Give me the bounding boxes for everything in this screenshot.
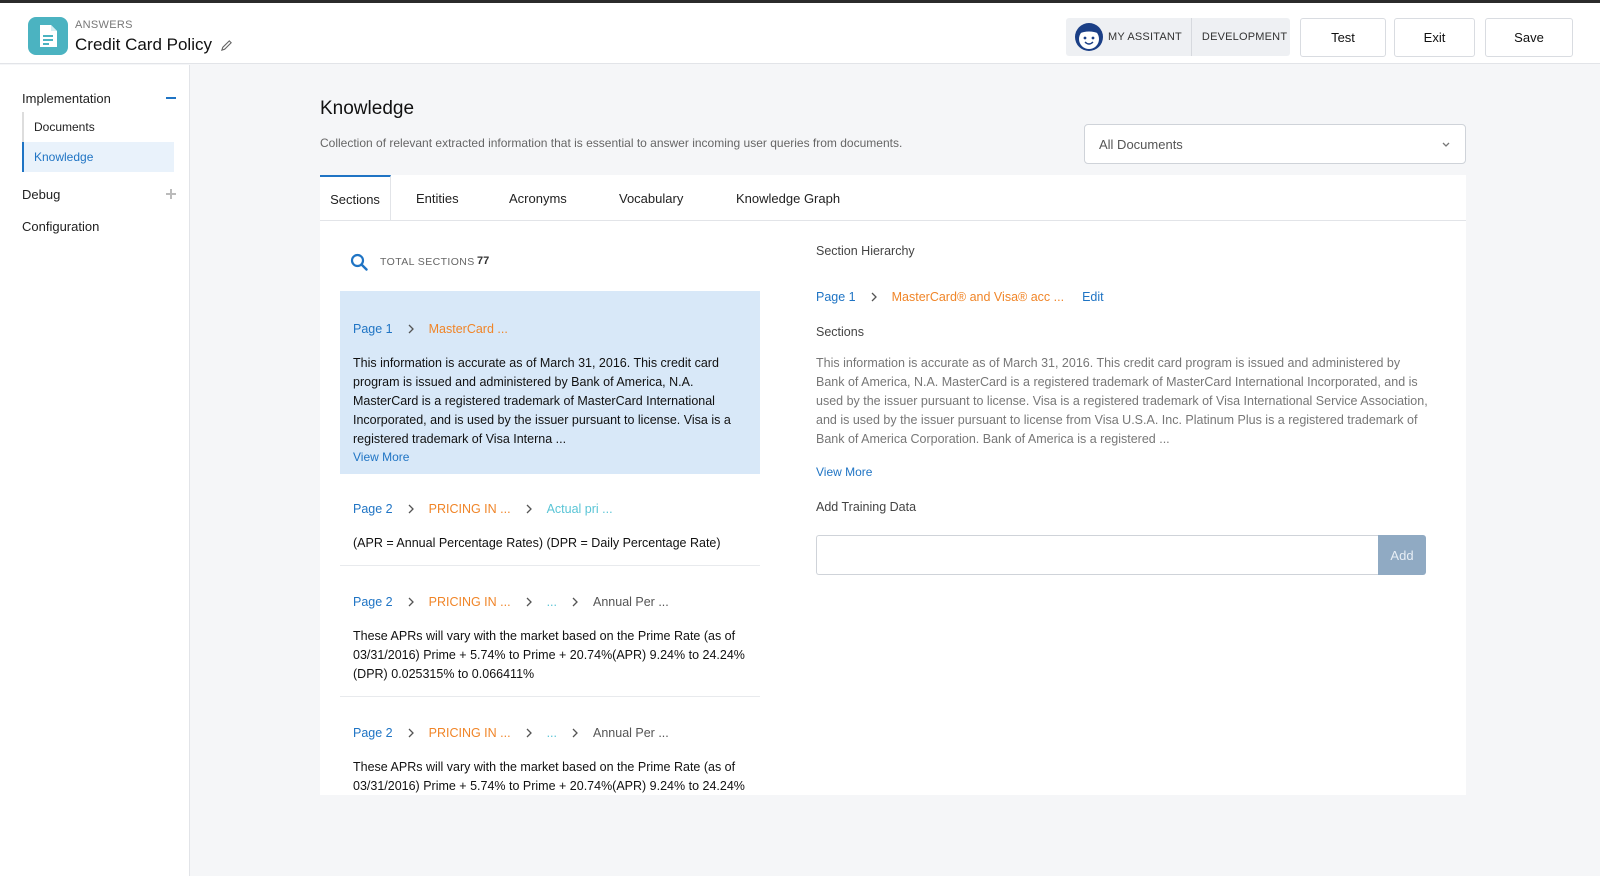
section-detail: Section Hierarchy Page 1 MasterCard® and… xyxy=(816,175,1466,795)
section-breadcrumb: Page 2 PRICING IN ... ... Annual Per ... xyxy=(353,723,747,743)
section-breadcrumb: Page 1 MasterCard ... xyxy=(353,319,747,339)
detail-view-more-link[interactable]: View More xyxy=(816,465,872,479)
crumb-current[interactable]: Annual Per ... xyxy=(593,595,669,609)
section-card[interactable]: Page 2 PRICING IN ... ... Annual Per ...… xyxy=(340,697,760,795)
document-filter-select[interactable]: All Documents xyxy=(1084,124,1466,164)
detail-crumb-title[interactable]: MasterCard® and Visa® acc ... xyxy=(892,290,1064,304)
section-card[interactable]: Page 2 PRICING IN ... ... Annual Per ...… xyxy=(340,566,760,697)
sidebar: Implementation Documents Knowledge Debug… xyxy=(0,65,190,876)
crumb-current[interactable]: Annual Per ... xyxy=(593,726,669,740)
add-training-button[interactable]: Add xyxy=(1378,535,1426,575)
assistant-environment[interactable]: MY ASSITANT DEVELOPMENT xyxy=(1066,18,1290,56)
page-title: Knowledge xyxy=(320,98,415,119)
page-description: Collection of relevant extracted informa… xyxy=(320,136,903,150)
section-card[interactable]: Page 2 PRICING IN ... Actual pri ... (AP… xyxy=(340,474,760,566)
section-text: These APRs will vary with the market bas… xyxy=(353,629,745,681)
chevron-down-icon xyxy=(1442,142,1450,147)
chevron-right-icon xyxy=(526,597,532,607)
crumb-subtitle[interactable]: Actual pri ... xyxy=(547,502,613,516)
training-data-heading: Add Training Data xyxy=(816,500,917,514)
sidebar-item-knowledge[interactable]: Knowledge xyxy=(22,142,174,172)
document-filter-value: All Documents xyxy=(1099,136,1183,152)
section-breadcrumb: Page 2 PRICING IN ... ... Annual Per ... xyxy=(353,592,747,612)
sidebar-group-configuration[interactable]: Configuration xyxy=(22,219,99,234)
minus-icon[interactable] xyxy=(166,93,176,103)
total-sections-count: 77 xyxy=(477,255,490,267)
detail-crumb-page[interactable]: Page 1 xyxy=(816,290,856,304)
tab-sections[interactable]: Sections xyxy=(320,175,391,221)
training-data-input[interactable] xyxy=(816,535,1378,575)
app-title: Credit Card Policy xyxy=(75,35,212,54)
chevron-right-icon xyxy=(526,728,532,738)
crumb-ellipsis[interactable]: ... xyxy=(547,595,557,609)
plus-icon[interactable] xyxy=(166,189,176,199)
total-sections-label: TOTAL SECTIONS xyxy=(380,256,475,268)
tab-vocabulary[interactable]: Vocabulary xyxy=(619,175,683,221)
assistant-divider xyxy=(1190,18,1192,56)
sidebar-item-documents[interactable]: Documents xyxy=(22,112,174,142)
test-button[interactable]: Test xyxy=(1300,18,1386,57)
sidebar-group-implementation[interactable]: Implementation xyxy=(22,91,111,106)
document-app-icon xyxy=(28,17,68,55)
tab-acronyms[interactable]: Acronyms xyxy=(509,175,567,221)
knowledge-panel: Sections Entities Acronyms Vocabulary Kn… xyxy=(320,175,1466,795)
sidebar-group-debug[interactable]: Debug xyxy=(22,187,60,202)
environment-label: DEVELOPMENT xyxy=(1201,31,1288,43)
edit-hierarchy-link[interactable]: Edit xyxy=(1082,290,1104,304)
crumb-title[interactable]: PRICING IN ... xyxy=(429,726,511,740)
crumb-page[interactable]: Page 1 xyxy=(353,322,393,336)
app-header: ANSWERS Credit Card Policy MY ASSITANT D… xyxy=(0,3,1600,64)
app-category: ANSWERS xyxy=(75,19,133,31)
chevron-right-icon xyxy=(871,292,877,302)
save-button[interactable]: Save xyxy=(1485,18,1573,57)
section-card[interactable]: Page 1 MasterCard ... This information i… xyxy=(340,291,760,474)
crumb-title[interactable]: PRICING IN ... xyxy=(429,502,511,516)
section-hierarchy-heading: Section Hierarchy xyxy=(816,244,915,258)
chevron-right-icon xyxy=(572,728,578,738)
section-breadcrumb: Page 2 PRICING IN ... Actual pri ... xyxy=(353,499,747,519)
assistant-avatar-icon xyxy=(1075,23,1103,51)
detail-section-text: This information is accurate as of March… xyxy=(816,356,1428,446)
crumb-page[interactable]: Page 2 xyxy=(353,726,393,740)
section-text: (APR = Annual Percentage Rates) (DPR = D… xyxy=(353,536,721,550)
section-list[interactable]: Page 1 MasterCard ... This information i… xyxy=(340,291,760,795)
view-more-link[interactable]: View More xyxy=(353,450,747,464)
tab-entities[interactable]: Entities xyxy=(416,175,459,221)
chevron-right-icon xyxy=(408,728,414,738)
chevron-right-icon xyxy=(408,597,414,607)
crumb-page[interactable]: Page 2 xyxy=(353,595,393,609)
crumb-page[interactable]: Page 2 xyxy=(353,502,393,516)
crumb-title[interactable]: MasterCard ... xyxy=(429,322,508,336)
assistant-label: MY ASSITANT xyxy=(1108,31,1182,43)
crumb-ellipsis[interactable]: ... xyxy=(547,726,557,740)
chevron-right-icon xyxy=(572,597,578,607)
crumb-title[interactable]: PRICING IN ... xyxy=(429,595,511,609)
chevron-right-icon xyxy=(408,324,414,334)
search-icon[interactable] xyxy=(350,253,368,271)
chevron-right-icon xyxy=(526,504,532,514)
chevron-right-icon xyxy=(408,504,414,514)
section-text: These APRs will vary with the market bas… xyxy=(353,760,745,793)
section-text: This information is accurate as of March… xyxy=(353,356,731,446)
exit-button[interactable]: Exit xyxy=(1394,18,1475,57)
sections-heading: Sections xyxy=(816,325,864,339)
pencil-icon[interactable] xyxy=(220,39,233,52)
detail-breadcrumb: Page 1 MasterCard® and Visa® acc ... Edi… xyxy=(816,290,1104,304)
